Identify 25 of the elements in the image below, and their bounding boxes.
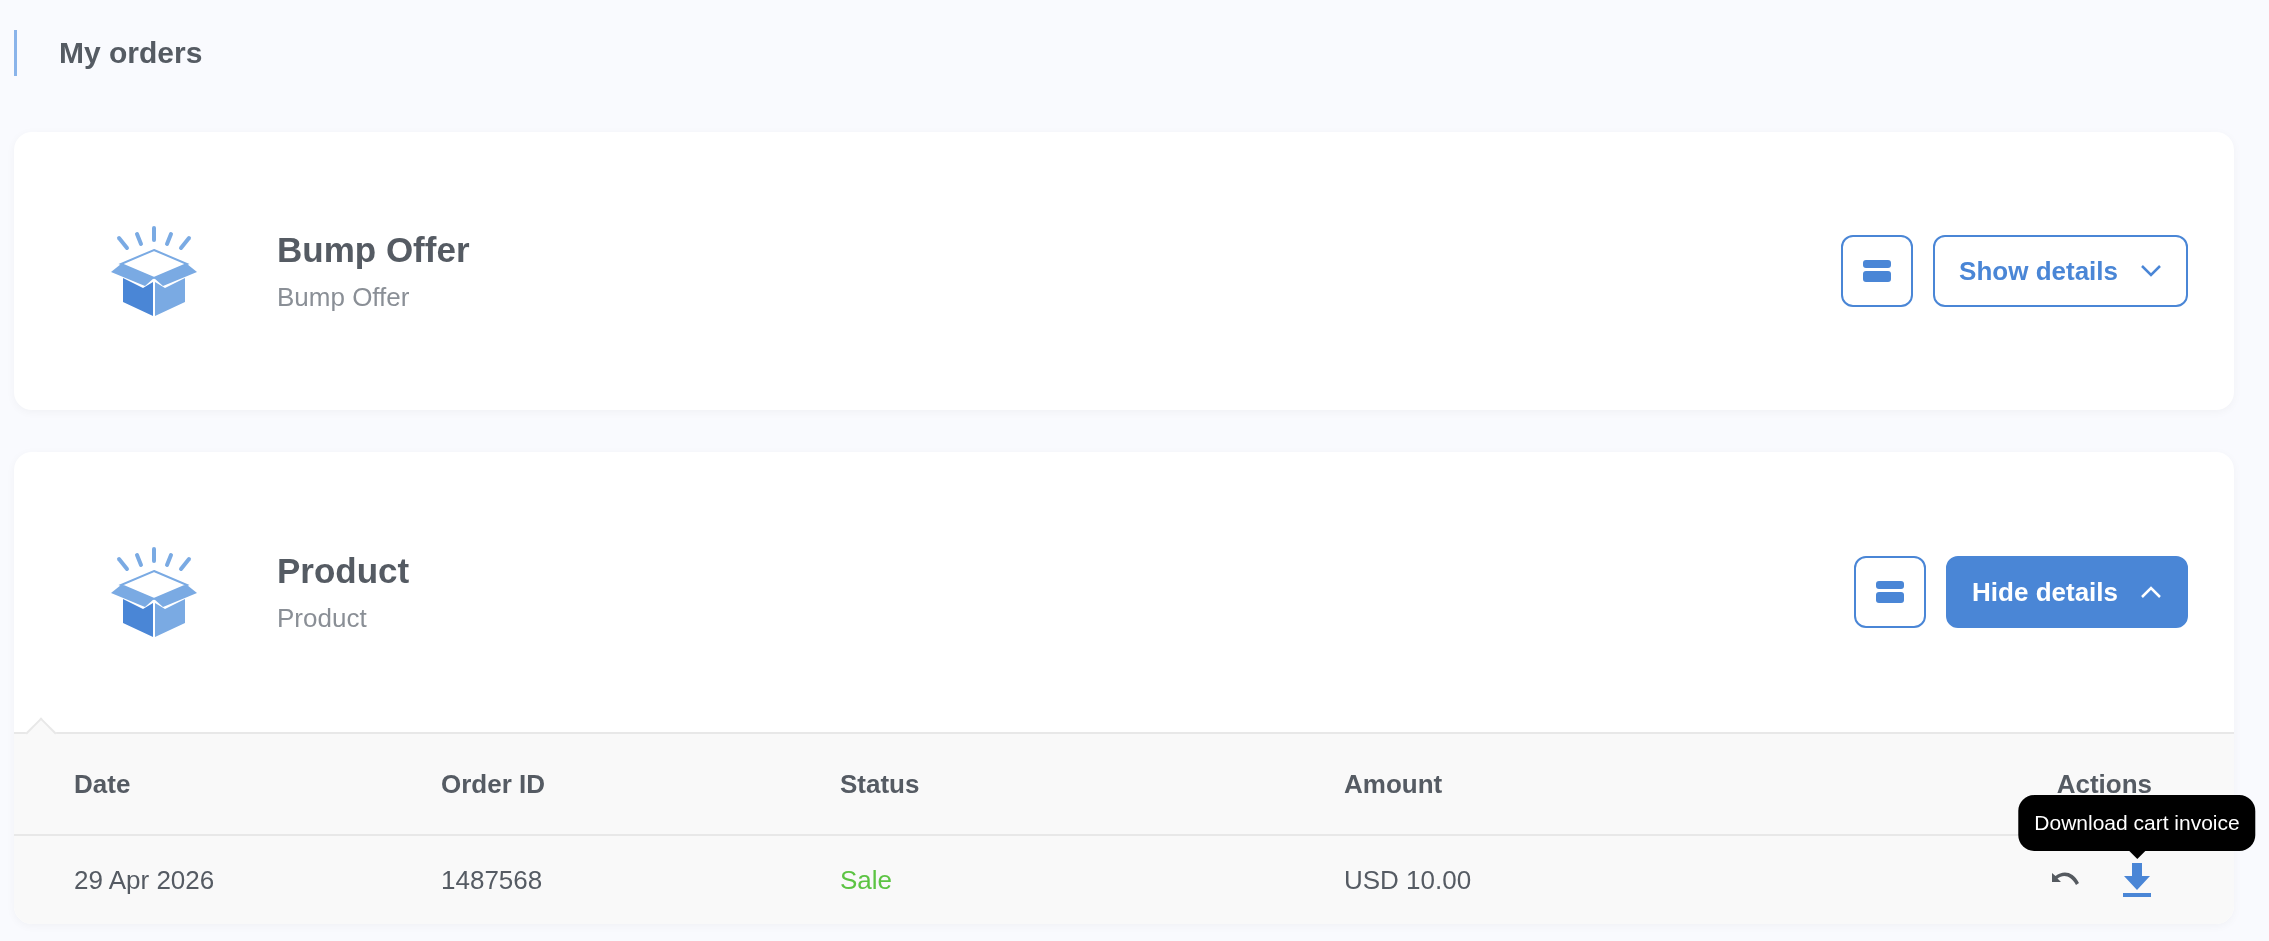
credit-card-icon xyxy=(1876,581,1905,603)
open-box-icon xyxy=(109,226,199,316)
column-header: Date xyxy=(74,768,132,800)
payment-card-button[interactable] xyxy=(1841,235,1914,307)
tooltip: Download cart invoice xyxy=(2018,795,2256,859)
page-title: My orders xyxy=(59,36,203,70)
details-toggle-button[interactable]: Show details xyxy=(1933,235,2188,307)
product-name: Bump Offer xyxy=(277,229,471,270)
table-cell-text: USD 10.00 xyxy=(1344,864,1473,896)
column-header: Order ID xyxy=(441,768,547,800)
product-subtitle: Bump Offer xyxy=(277,281,411,313)
column-header: Status xyxy=(840,768,921,800)
product-subtitle: Product xyxy=(277,602,368,634)
status-text: Sale xyxy=(840,864,894,896)
chevron-down-icon xyxy=(2140,264,2162,278)
download-icon[interactable] xyxy=(2122,863,2152,897)
product-name: Product xyxy=(277,550,411,591)
credit-card-icon xyxy=(1863,260,1892,282)
table-cell-text: 1487568 xyxy=(441,864,544,896)
column-header: Amount xyxy=(1344,768,1444,800)
details-toggle-button[interactable]: Hide details xyxy=(1946,556,2188,628)
payment-card-button[interactable] xyxy=(1854,556,1927,628)
chevron-up-icon xyxy=(2140,585,2162,599)
open-box-icon xyxy=(109,547,199,637)
table-cell-text: 29 Apr 2026 xyxy=(74,864,216,896)
